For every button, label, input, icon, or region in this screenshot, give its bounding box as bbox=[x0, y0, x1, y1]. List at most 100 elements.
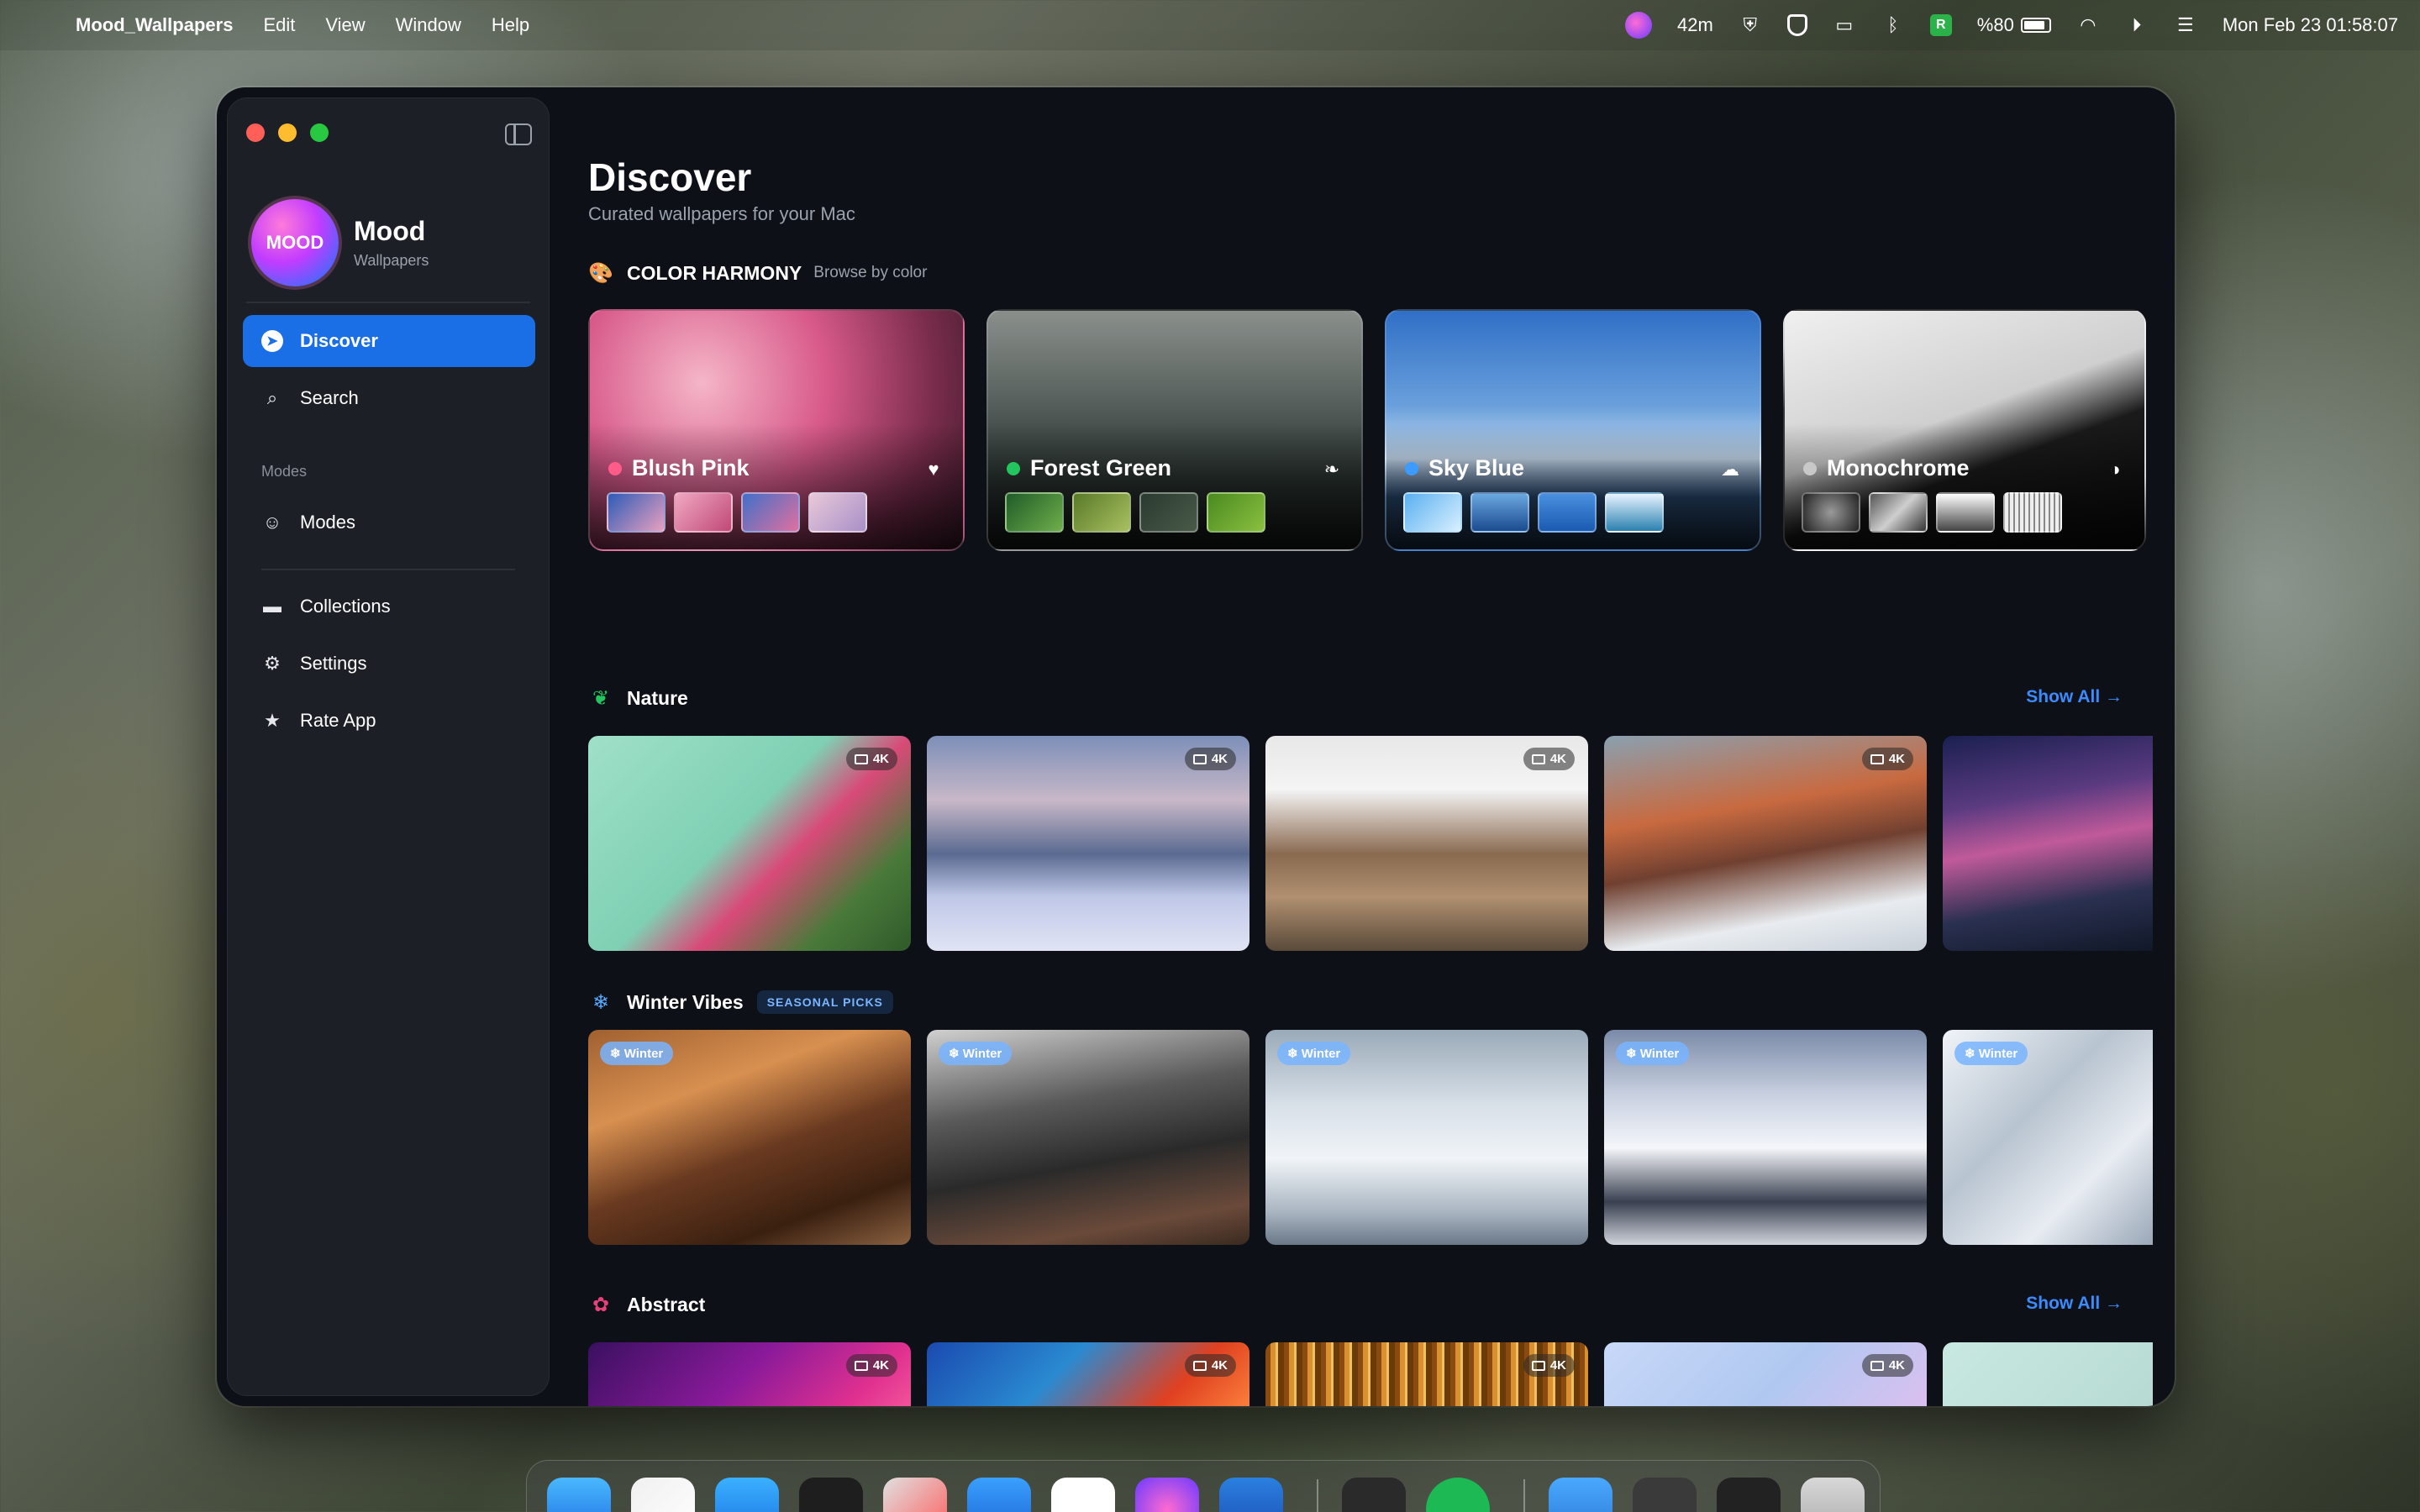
brand-name: Mood bbox=[354, 216, 426, 246]
wallpaper-tile[interactable]: ❄ Winter bbox=[1943, 1030, 2153, 1245]
page-subtitle: Curated wallpapers for your Mac bbox=[588, 203, 855, 224]
figma-like-dock-icon[interactable] bbox=[631, 1478, 695, 1512]
sidebar-item-label: Modes bbox=[300, 512, 356, 533]
thumbnail[interactable] bbox=[808, 492, 867, 533]
thumbnail[interactable] bbox=[1538, 492, 1597, 533]
thumbnail[interactable] bbox=[1005, 492, 1064, 533]
thumbnail[interactable] bbox=[1605, 492, 1664, 533]
sidebar-item-label: Search bbox=[300, 387, 359, 408]
downloads-folder-dock-icon[interactable] bbox=[1549, 1478, 1612, 1512]
sidebar-item-label: Collections bbox=[300, 596, 391, 617]
display-icon bbox=[1870, 753, 1884, 764]
datetime[interactable]: Mon Feb 23 01:58:07 bbox=[2223, 14, 2398, 36]
wallpaper-tile[interactable] bbox=[1943, 1342, 2153, 1406]
badge-text: 4K bbox=[1211, 752, 1228, 766]
wallpaper-tile[interactable]: 4K bbox=[1604, 736, 1927, 951]
mood-dock-icon[interactable] bbox=[1135, 1478, 1199, 1512]
thumbnail[interactable] bbox=[1802, 492, 1860, 533]
timer-text[interactable]: 42m bbox=[1677, 14, 1713, 36]
wallpaper-tile[interactable]: ❄ Winter bbox=[588, 1030, 911, 1245]
wallpaper-tile[interactable]: 4K bbox=[1265, 1342, 1588, 1406]
telegram-dock-icon[interactable] bbox=[1219, 1478, 1283, 1512]
theater-masks-icon: ☺ bbox=[262, 512, 282, 533]
sidebar-item-rate-app[interactable]: ★ Rate App bbox=[243, 695, 535, 747]
shield-status-icon[interactable] bbox=[1786, 14, 1807, 36]
abstract-show-all-link[interactable]: Show All → bbox=[2026, 1294, 2123, 1314]
xcode-dock-icon[interactable] bbox=[967, 1478, 1031, 1512]
contrast-icon[interactable]: ◑ bbox=[2104, 459, 2126, 480]
wallpaper-tile[interactable]: 4K bbox=[588, 1342, 911, 1406]
bluetooth-icon[interactable]: ᛒ bbox=[1881, 13, 1905, 37]
menu-view[interactable]: View bbox=[325, 14, 365, 36]
close-button[interactable] bbox=[246, 123, 265, 142]
zoom-button[interactable] bbox=[310, 123, 329, 142]
sidebar-item-collections[interactable]: ▬ Collections bbox=[243, 580, 535, 633]
green-app-status-icon[interactable]: R bbox=[1929, 14, 1952, 36]
wallpaper-tile[interactable] bbox=[1943, 736, 2153, 951]
color-card-sky-blue[interactable]: Sky Blue ☁ bbox=[1385, 309, 1761, 551]
apple-menu-icon[interactable] bbox=[27, 13, 49, 38]
helmet-status-icon[interactable]: ⛨ bbox=[1739, 13, 1762, 37]
control-center-icon[interactable]: ☰ bbox=[2174, 13, 2197, 37]
wallpaper-tile[interactable]: ❄ Winter bbox=[1604, 1030, 1927, 1245]
menu-app-name[interactable]: Mood_Wallpapers bbox=[76, 14, 233, 36]
spotify-dock-icon[interactable] bbox=[1426, 1478, 1490, 1512]
cloud-icon[interactable]: ☁ bbox=[1719, 459, 1741, 480]
terminal-dock-icon[interactable] bbox=[1342, 1478, 1406, 1512]
winter-tag: ❄ Winter bbox=[939, 1042, 1013, 1065]
wallpaper-tile[interactable]: ❄ Winter bbox=[927, 1030, 1249, 1245]
thumbnail[interactable] bbox=[1936, 492, 1995, 533]
wallpaper-tile[interactable]: 4K bbox=[927, 736, 1249, 951]
finder-dock-icon[interactable] bbox=[547, 1478, 611, 1512]
minimize-button[interactable] bbox=[278, 123, 297, 142]
mood-status-icon[interactable] bbox=[1625, 12, 1652, 39]
thumbnail[interactable] bbox=[1207, 492, 1265, 533]
thumbnail[interactable] bbox=[1072, 492, 1131, 533]
color-card-blush-pink[interactable]: Blush Pink ♥ bbox=[588, 309, 965, 551]
play-status-icon[interactable]: ⏵ bbox=[2125, 13, 2149, 37]
slack-dock-icon[interactable] bbox=[1051, 1478, 1115, 1512]
sidebar-item-settings[interactable]: ⚙ Settings bbox=[243, 638, 535, 690]
leaf-icon[interactable]: ❧ bbox=[1321, 459, 1343, 480]
thumbnail[interactable] bbox=[1470, 492, 1529, 533]
sidebar-toggle-icon[interactable] bbox=[505, 123, 532, 145]
sidebar-item-search[interactable]: ⌕ Search bbox=[243, 372, 535, 424]
thumbnail[interactable] bbox=[1403, 492, 1462, 533]
snowflake-icon: ❄ bbox=[592, 990, 610, 1014]
color-card-label: Monochrome bbox=[1827, 455, 1970, 480]
thumbnail[interactable] bbox=[607, 492, 666, 533]
section-title: Abstract bbox=[627, 1293, 706, 1315]
battery-status[interactable]: %80 bbox=[1977, 14, 2051, 36]
wifi-icon[interactable]: ◠ bbox=[2076, 13, 2100, 37]
wallpaper-tile[interactable]: 4K bbox=[1265, 736, 1588, 951]
app-dock-icon[interactable] bbox=[883, 1478, 947, 1512]
wallpaper-tile[interactable]: 4K bbox=[1604, 1342, 1927, 1406]
sidebar-item-modes[interactable]: ☺ Modes bbox=[243, 496, 535, 549]
color-card-forest-green[interactable]: Forest Green ❧ bbox=[986, 309, 1363, 551]
thumbnail[interactable] bbox=[741, 492, 800, 533]
thumbnail[interactable] bbox=[1139, 492, 1198, 533]
trash-dock-icon[interactable] bbox=[1801, 1478, 1865, 1512]
wallpaper-tile[interactable]: ❄ Winter bbox=[1265, 1030, 1588, 1245]
heart-icon[interactable]: ♥ bbox=[923, 459, 944, 480]
menu-help[interactable]: Help bbox=[492, 14, 529, 36]
4k-badge: 4K bbox=[1184, 1354, 1236, 1377]
figma-dock-icon[interactable] bbox=[799, 1478, 863, 1512]
color-card-label: Blush Pink bbox=[632, 455, 750, 480]
thumbnail[interactable] bbox=[674, 492, 733, 533]
display-status-icon[interactable]: ▭ bbox=[1833, 13, 1856, 37]
sidebar-item-discover[interactable]: ➤ Discover bbox=[243, 315, 535, 367]
nature-show-all-link[interactable]: Show All → bbox=[2026, 687, 2123, 707]
window-dock-icon[interactable] bbox=[1633, 1478, 1697, 1512]
mail-dock-icon[interactable] bbox=[715, 1478, 779, 1512]
wallpaper-tile[interactable]: 4K bbox=[588, 736, 911, 951]
thumbnail[interactable] bbox=[1869, 492, 1928, 533]
status-area: 42m ⛨ ▭ ᛒ R %80 ◠ ⏵ ☰ Mon Feb 23 01:58:0… bbox=[1625, 0, 2398, 50]
thumbnail[interactable] bbox=[2003, 492, 2062, 533]
menu-window[interactable]: Window bbox=[396, 14, 461, 36]
color-card-monochrome[interactable]: Monochrome ◑ bbox=[1783, 309, 2146, 551]
window-dock-icon[interactable] bbox=[1717, 1478, 1781, 1512]
menu-edit[interactable]: Edit bbox=[263, 14, 295, 36]
wallpaper-tile[interactable]: 4K bbox=[927, 1342, 1249, 1406]
4k-badge: 4K bbox=[845, 748, 897, 770]
